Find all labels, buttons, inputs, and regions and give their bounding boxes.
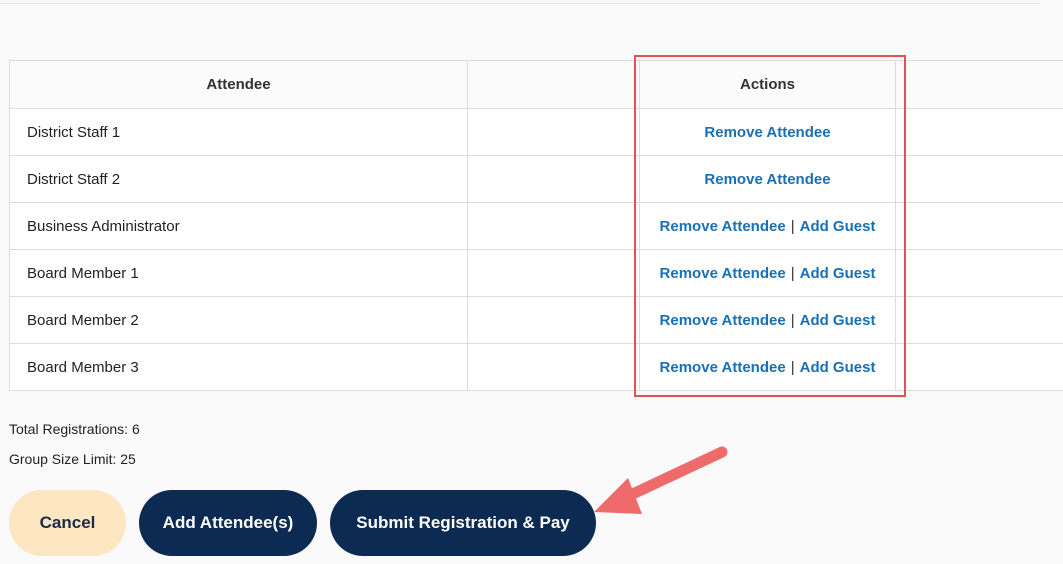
empty-cell (467, 249, 640, 297)
empty-cell (467, 343, 640, 391)
actions-cell: Remove Attendee | Add Guest (639, 202, 896, 250)
table-row: Board Member 2 Remove Attendee | Add Guest (9, 296, 1063, 344)
table-header-row: Attendee Actions (9, 60, 1063, 109)
empty-cell (895, 155, 1063, 203)
link-separator: | (790, 358, 795, 376)
empty-cell (895, 202, 1063, 250)
actions-cell: Remove Attendee (639, 155, 896, 203)
attendee-name: District Staff 1 (9, 108, 468, 156)
remove-attendee-link[interactable]: Remove Attendee (660, 312, 786, 329)
table-row: Board Member 3 Remove Attendee | Add Guest (9, 343, 1063, 391)
remove-attendee-link[interactable]: Remove Attendee (704, 171, 830, 188)
empty-cell (467, 155, 640, 203)
submit-registration-button[interactable]: Submit Registration & Pay (330, 490, 596, 556)
add-guest-link[interactable]: Add Guest (800, 218, 876, 235)
empty-cell (895, 108, 1063, 156)
remove-attendee-link[interactable]: Remove Attendee (660, 359, 786, 376)
table-row: Board Member 1 Remove Attendee | Add Guest (9, 249, 1063, 297)
empty-cell (895, 249, 1063, 297)
actions-cell: Remove Attendee | Add Guest (639, 296, 896, 344)
attendee-name: Board Member 1 (9, 249, 468, 297)
column-header-actions: Actions (639, 60, 896, 109)
table-row: District Staff 1 Remove Attendee (9, 108, 1063, 156)
column-header-empty-right (895, 60, 1063, 109)
table-row: District Staff 2 Remove Attendee (9, 155, 1063, 203)
actions-cell: Remove Attendee | Add Guest (639, 343, 896, 391)
remove-attendee-link[interactable]: Remove Attendee (704, 124, 830, 141)
attendee-name: Board Member 3 (9, 343, 468, 391)
link-separator: | (790, 264, 795, 282)
remove-attendee-link[interactable]: Remove Attendee (660, 265, 786, 282)
add-attendees-button[interactable]: Add Attendee(s) (139, 490, 317, 556)
empty-cell (895, 343, 1063, 391)
column-header-attendee: Attendee (9, 60, 468, 109)
add-guest-link[interactable]: Add Guest (800, 312, 876, 329)
empty-cell (467, 202, 640, 250)
add-guest-link[interactable]: Add Guest (800, 359, 876, 376)
attendee-name: Business Administrator (9, 202, 468, 250)
top-divider (0, 3, 1040, 4)
total-registrations: Total Registrations: 6 (9, 421, 140, 437)
actions-cell: Remove Attendee | Add Guest (639, 249, 896, 297)
attendee-table: Attendee Actions District Staff 1 Remove… (9, 60, 1063, 391)
attendee-name: Board Member 2 (9, 296, 468, 344)
add-guest-link[interactable]: Add Guest (800, 265, 876, 282)
empty-cell (467, 108, 640, 156)
link-separator: | (790, 311, 795, 329)
actions-cell: Remove Attendee (639, 108, 896, 156)
pointer-arrow-icon (594, 446, 728, 514)
attendee-name: District Staff 2 (9, 155, 468, 203)
remove-attendee-link[interactable]: Remove Attendee (660, 218, 786, 235)
group-size-limit: Group Size Limit: 25 (9, 451, 136, 467)
empty-cell (467, 296, 640, 344)
link-separator: | (790, 217, 795, 235)
column-header-empty (467, 60, 640, 109)
table-row: Business Administrator Remove Attendee | A… (9, 202, 1063, 250)
cancel-button[interactable]: Cancel (9, 490, 126, 556)
empty-cell (895, 296, 1063, 344)
